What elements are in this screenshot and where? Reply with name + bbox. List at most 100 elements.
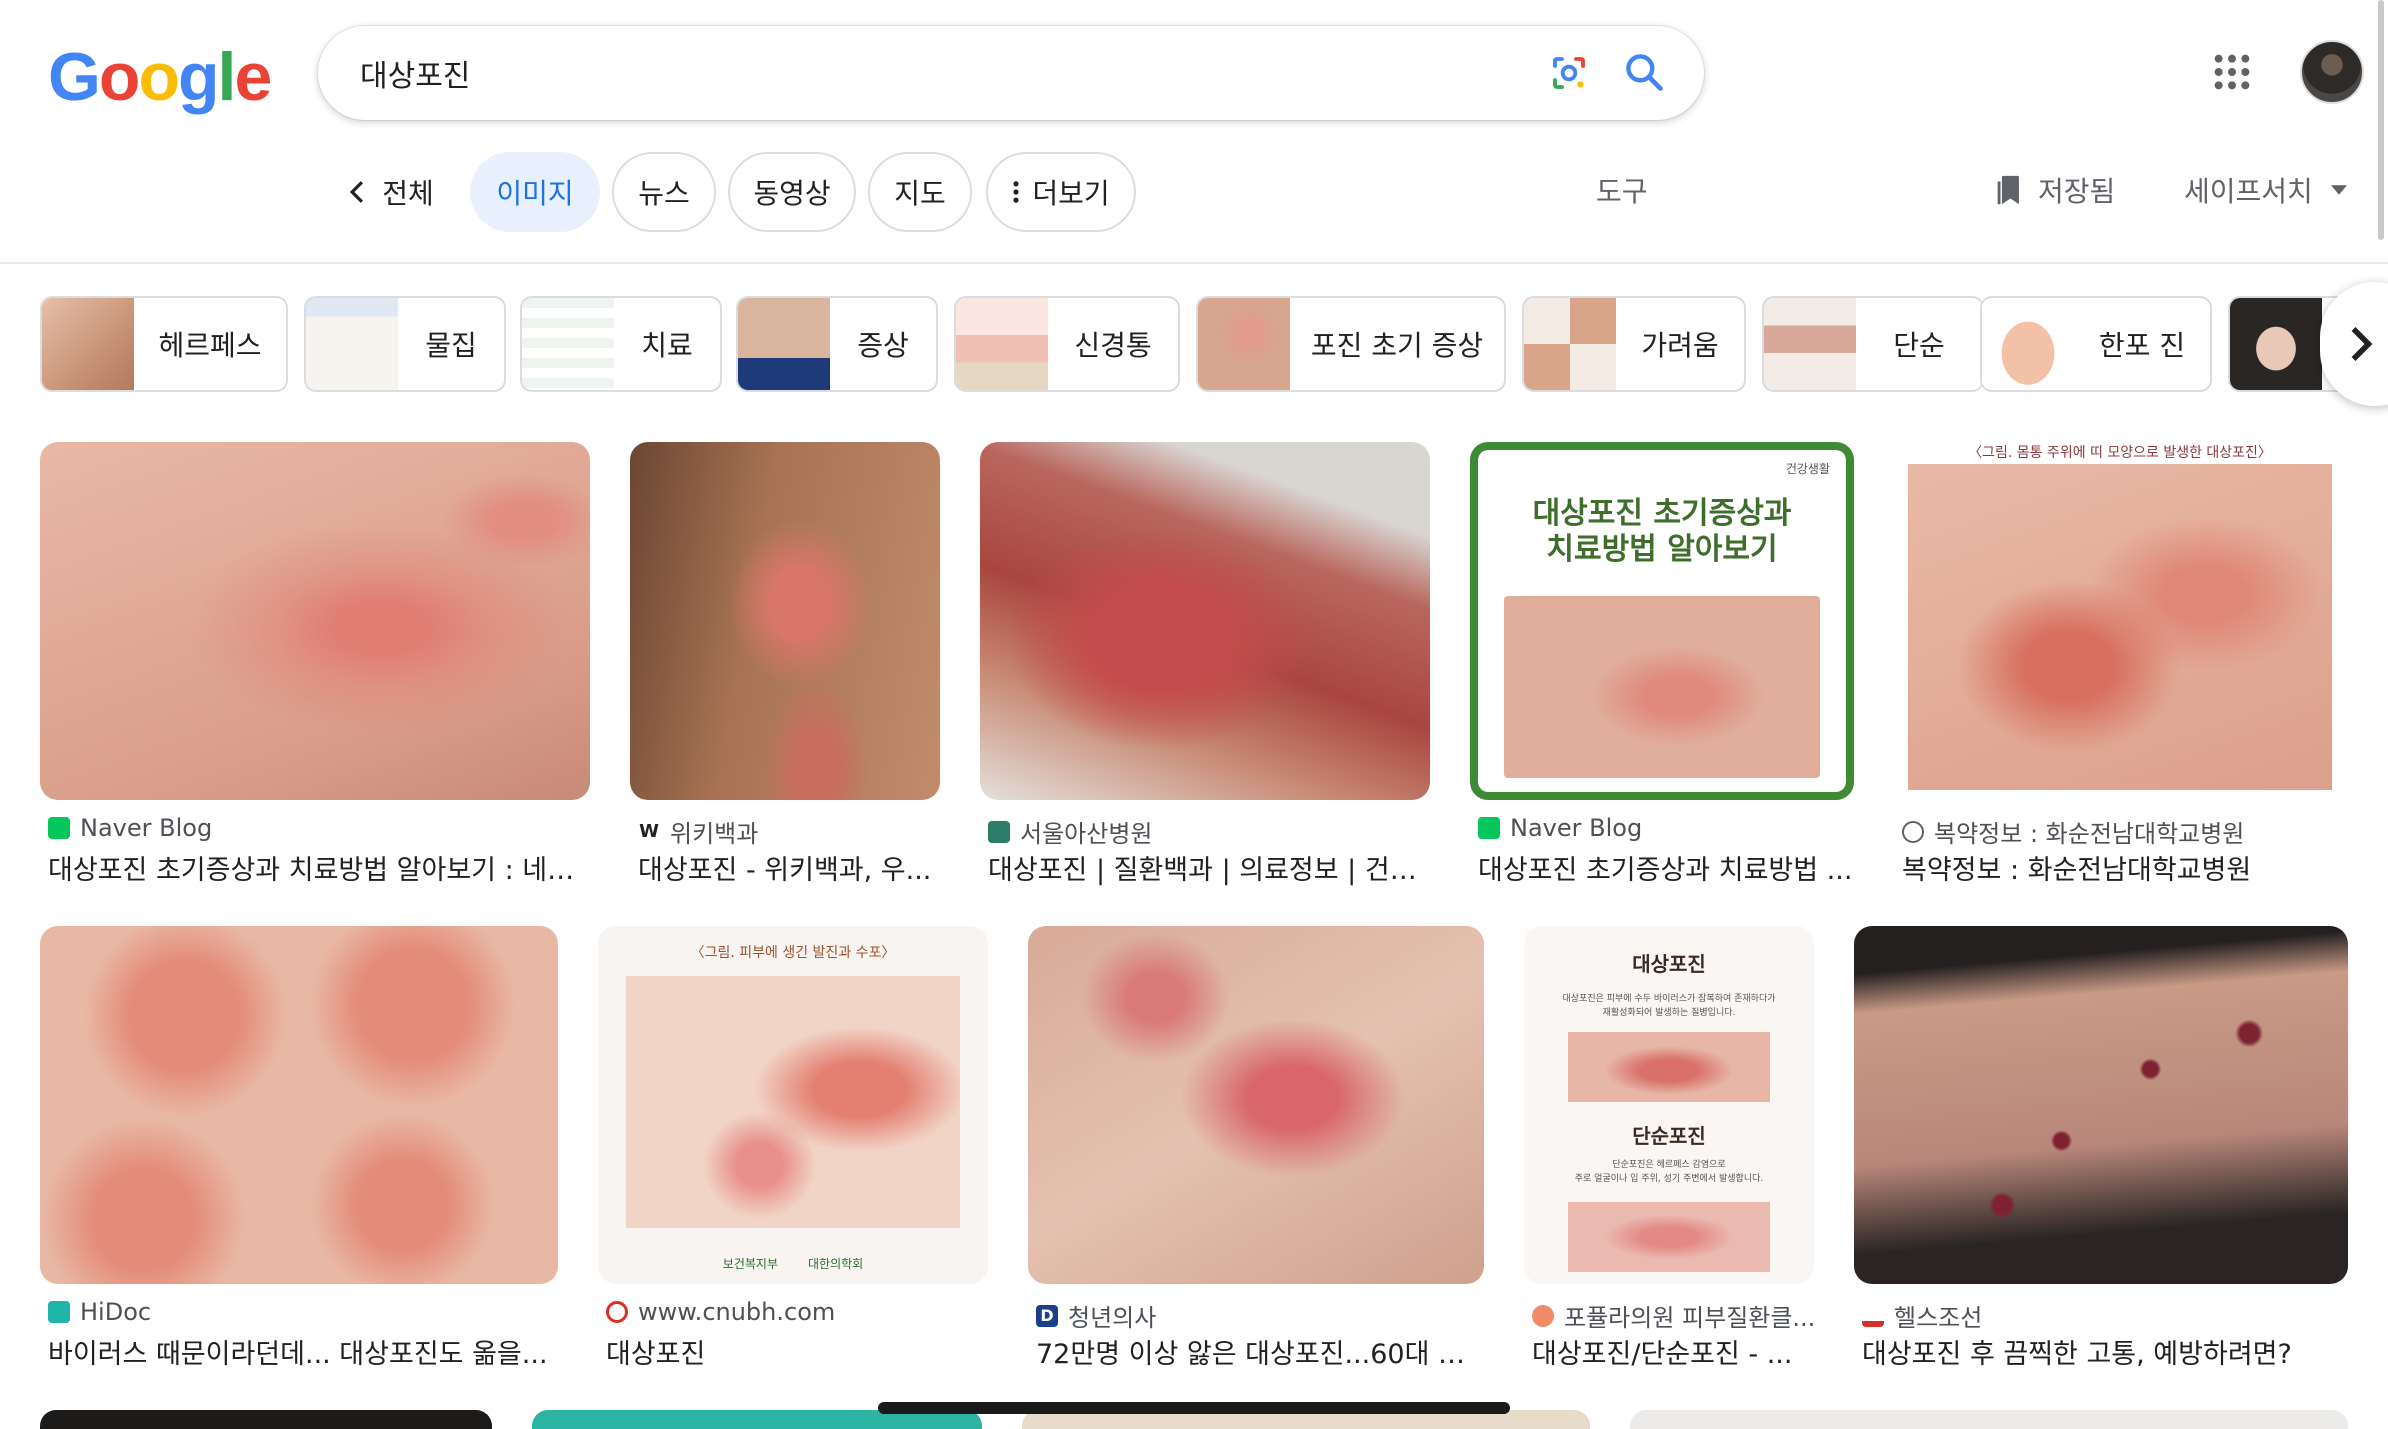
infographic-photo	[1504, 596, 1820, 778]
result-title[interactable]: 대상포진 후 끔찍한 고통, 예방하려면?	[1862, 1332, 2352, 1371]
tab-images[interactable]: 이미지	[470, 152, 600, 232]
tab-news[interactable]: 뉴스	[612, 152, 716, 232]
result-title[interactable]: 대상포진 | 질환백과 | 의료정보 | 건강...	[988, 848, 1428, 887]
result-image[interactable]	[1028, 926, 1484, 1284]
infographic-text-line: 주로 얼굴이나 입 주위, 성기 주변에서 발생합니다.	[1574, 1174, 1764, 1184]
search-icon[interactable]	[1622, 50, 1666, 94]
infographic-heading: 단순포진	[1632, 1124, 1706, 1148]
chip-blister[interactable]: 물집	[304, 296, 506, 392]
chip-herpes[interactable]: 헤르페스	[40, 296, 288, 392]
infographic-text: 단순포진은 헤르페스 감염으로 주로 얼굴이나 입 주위, 성기 주변에서 발생…	[1530, 1158, 1808, 1186]
infographic-title: 대상포진 초기증상과 치료방법 알아보기	[1478, 496, 1846, 568]
result-title[interactable]: 복약정보 : 화순전남대학교병원	[1902, 848, 2342, 887]
result-source-label: 서울아산병원	[1020, 820, 1153, 848]
globe-favicon-icon	[1902, 820, 1924, 843]
infographic-photo	[1568, 1032, 1770, 1102]
result-source[interactable]: 포퓰라의원 피부질환클...	[1532, 1298, 1815, 1333]
google-apps-icon[interactable]	[2212, 52, 2252, 92]
infographic-text-line: 재활성화되어 발생하는 질병입니다.	[1602, 1008, 1736, 1018]
logo-letter-o2: o	[138, 39, 180, 115]
chip-early-symptom[interactable]: 포진 초기 증상	[1196, 296, 1506, 392]
infographic-text-line: 단순포진은 헤르페스 감염으로	[1612, 1160, 1726, 1170]
result-source[interactable]: Naver Blog	[1478, 814, 1642, 842]
naver-blog-favicon-icon	[48, 817, 70, 839]
horizontal-scroll-indicator[interactable]	[878, 1402, 1510, 1414]
image-photo	[626, 976, 960, 1228]
result-title[interactable]: 대상포진 초기증상과 치료방법 ...	[1478, 848, 1854, 887]
more-vert-icon	[1013, 181, 1019, 203]
result-source[interactable]: www.cnubh.com	[606, 1298, 835, 1326]
result-image[interactable]: 〈그림. 몸통 주위에 띠 모양으로 발생한 대상포진〉	[1894, 442, 2346, 800]
infographic-title-line2: 치료방법 알아보기	[1546, 532, 1778, 567]
result-source[interactable]: HiDoc	[48, 1298, 151, 1326]
saved-label: 저장됨	[2038, 175, 2116, 208]
result-source[interactable]: 복약정보 : 화순전남대학교병원	[1902, 814, 2244, 849]
google-logo[interactable]: Google	[48, 38, 272, 116]
result-image[interactable]: 〈그림. 피부에 생긴 발진과 수포〉 보건복지부 대한의학회	[598, 926, 988, 1284]
search-box	[318, 26, 1704, 120]
result-title[interactable]: 대상포진 초기증상과 치료방법 알아보기 : 네이...	[48, 848, 588, 887]
chip-label: 한포 진	[2098, 329, 2186, 362]
result-source[interactable]: W 위키백과	[638, 814, 758, 849]
saved-button[interactable]: 저장됨	[1994, 170, 2115, 210]
result-title[interactable]: 대상포진/단순포진 - ...	[1532, 1332, 1812, 1371]
result-image[interactable]: 건강생활 대상포진 초기증상과 치료방법 알아보기	[1470, 442, 1854, 800]
result-image[interactable]: 대상포진 대상포진은 피부에 수두 바이러스가 잠복하여 존재하다가 재활성화되…	[1524, 926, 1814, 1284]
tab-news-label: 뉴스	[638, 177, 690, 210]
chip-neuralgia[interactable]: 신경통	[954, 296, 1180, 392]
result-source-label: 위키백과	[670, 820, 759, 848]
tab-more[interactable]: 더보기	[986, 152, 1136, 232]
bookmark-icon	[1997, 175, 2019, 205]
chip-label: 헤르페스	[158, 329, 262, 362]
result-source[interactable]: 헬스조선	[1862, 1298, 1982, 1333]
tab-all[interactable]: 전체	[330, 152, 450, 232]
tab-maps-label: 지도	[894, 177, 946, 210]
result-source-label: Naver Blog	[80, 814, 213, 842]
result-source[interactable]: 서울아산병원	[988, 814, 1152, 849]
chip-symptom[interactable]: 증상	[736, 296, 938, 392]
chip-itching[interactable]: 가려움	[1522, 296, 1746, 392]
logo-letter-o1: o	[98, 39, 141, 115]
account-avatar[interactable]	[2300, 40, 2364, 104]
logo-letter-g: G	[48, 39, 101, 115]
tab-videos[interactable]: 동영상	[728, 152, 856, 232]
tools-button[interactable]: 도구	[1596, 170, 1648, 210]
chip-simple[interactable]: 단순	[1762, 296, 1984, 392]
result-image[interactable]	[630, 442, 940, 800]
chip-label: 가려움	[1641, 329, 1719, 362]
image-photo	[1908, 464, 2332, 790]
chip-dyshidrosis[interactable]: 한포 진	[1980, 296, 2212, 392]
result-source[interactable]: D 청년의사	[1036, 1298, 1156, 1333]
image-footer: 보건복지부 대한의학회	[598, 1255, 988, 1272]
image-footer-right: 대한의학회	[808, 1257, 864, 1271]
chip-thumbnail	[522, 298, 614, 390]
chip-thumbnail	[1982, 298, 2074, 390]
result-image[interactable]	[40, 442, 590, 800]
result-title[interactable]: 바이러스 때문이라던데... 대상포진도 옮을...	[48, 1332, 558, 1371]
result-title[interactable]: 대상포진 - 위키백과, 우...	[638, 848, 938, 887]
result-source-label: 포퓰라의원 피부질환클...	[1564, 1304, 1816, 1332]
result-source-label: 헬스조선	[1894, 1304, 1983, 1332]
result-title[interactable]: 72만명 이상 앓은 대상포진...60대 환...	[1036, 1332, 1482, 1371]
safesearch-label: 세이프서치	[2184, 175, 2313, 208]
safesearch-dropdown[interactable]: 세이프서치	[2184, 170, 2347, 210]
chip-treatment[interactable]: 치료	[520, 296, 722, 392]
result-image[interactable]	[40, 926, 558, 1284]
vertical-scrollbar[interactable]	[2378, 0, 2384, 240]
result-source[interactable]: Naver Blog	[48, 814, 212, 842]
chip-thumbnail	[2230, 298, 2322, 390]
partial-image-result[interactable]	[40, 1410, 492, 1429]
cnubh-favicon-icon	[606, 1301, 628, 1323]
infographic-heading: 대상포진	[1632, 952, 1706, 976]
tab-videos-label: 동영상	[753, 177, 831, 210]
result-image[interactable]	[1854, 926, 2348, 1284]
logo-letter-e: e	[234, 39, 272, 115]
wikipedia-favicon-icon: W	[638, 820, 660, 843]
result-image[interactable]	[980, 442, 1430, 800]
result-title[interactable]: 대상포진	[606, 1332, 986, 1371]
search-input[interactable]	[360, 26, 1360, 120]
google-lens-icon[interactable]	[1548, 52, 1590, 94]
partial-image-result[interactable]	[1630, 1410, 2348, 1429]
tab-maps[interactable]: 지도	[868, 152, 972, 232]
infographic-title-line1: 대상포진 초기증상과	[1532, 496, 1792, 531]
